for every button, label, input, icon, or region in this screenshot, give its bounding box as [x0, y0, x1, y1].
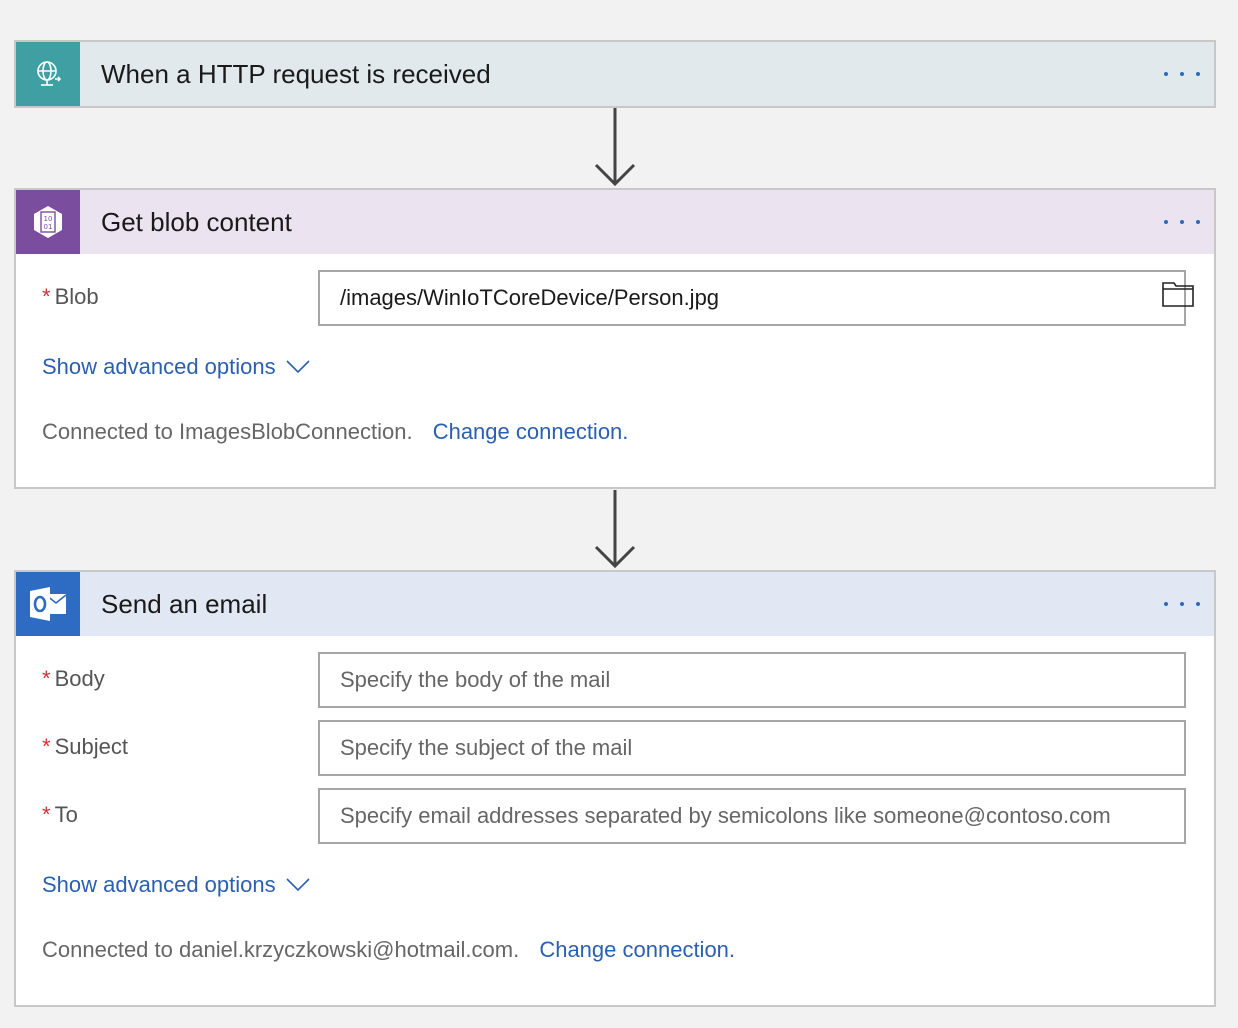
- blob-title: Get blob content: [101, 206, 292, 237]
- trigger-header[interactable]: When a HTTP request is received: [16, 42, 1214, 106]
- email-connected-text: Connected to daniel.krzyczkowski@hotmail…: [42, 937, 520, 962]
- email-to-input[interactable]: [318, 788, 1186, 844]
- svg-text:01: 01: [44, 223, 53, 231]
- blob-path-input[interactable]: [318, 270, 1186, 326]
- flow-arrow-icon: [594, 490, 636, 569]
- blob-header[interactable]: 10 01 Get blob content: [16, 190, 1214, 254]
- blob-storage-icon: 10 01: [16, 190, 80, 254]
- required-mark: *: [42, 734, 51, 759]
- email-subject-row: * Subject: [16, 720, 1214, 776]
- email-subject-input[interactable]: [318, 720, 1186, 776]
- email-card[interactable]: Send an email *Body *Subject *To Show ad…: [14, 570, 1216, 1007]
- required-mark: *: [42, 802, 51, 827]
- blob-connection-status: Connected to ImagesBlobConnection. Chang…: [42, 419, 628, 445]
- blob-change-connection-link[interactable]: Change connection.: [433, 419, 629, 444]
- email-subject-label: * Subject: [42, 734, 128, 759]
- blob-card[interactable]: 10 01 Get blob content *Blob Show advanc…: [14, 188, 1216, 489]
- globe-request-icon: [16, 42, 80, 106]
- email-body-label: * Body: [42, 666, 105, 691]
- email-more-button[interactable]: [1164, 592, 1200, 616]
- outlook-icon: [16, 572, 80, 636]
- blob-connected-text: Connected to ImagesBlobConnection.: [42, 419, 413, 444]
- blob-show-advanced-link[interactable]: Show advanced options: [42, 354, 310, 380]
- trigger-more-button[interactable]: [1164, 62, 1200, 86]
- email-body-row: * Body: [16, 652, 1214, 708]
- chevron-down-icon: [286, 878, 310, 892]
- blob-field-row: * Blob: [16, 270, 1214, 326]
- email-to-label: * To: [42, 802, 78, 827]
- trigger-card[interactable]: When a HTTP request is received: [14, 40, 1216, 108]
- email-body-input[interactable]: [318, 652, 1186, 708]
- chevron-down-icon: [286, 360, 310, 374]
- folder-picker-icon[interactable]: [1162, 281, 1194, 307]
- email-title: Send an email: [101, 588, 268, 619]
- svg-text:10: 10: [44, 215, 53, 223]
- email-show-advanced-link[interactable]: Show advanced options: [42, 872, 310, 898]
- email-header[interactable]: Send an email: [16, 572, 1214, 636]
- email-change-connection-link[interactable]: Change connection.: [539, 937, 735, 962]
- blob-more-button[interactable]: [1164, 210, 1200, 234]
- required-mark: *: [42, 284, 51, 309]
- email-to-row: * To: [16, 788, 1214, 844]
- blob-label: * Blob: [42, 284, 99, 309]
- flow-arrow-icon: [594, 108, 636, 187]
- trigger-title: When a HTTP request is received: [101, 58, 491, 89]
- email-connection-status: Connected to daniel.krzyczkowski@hotmail…: [42, 937, 735, 963]
- required-mark: *: [42, 666, 51, 691]
